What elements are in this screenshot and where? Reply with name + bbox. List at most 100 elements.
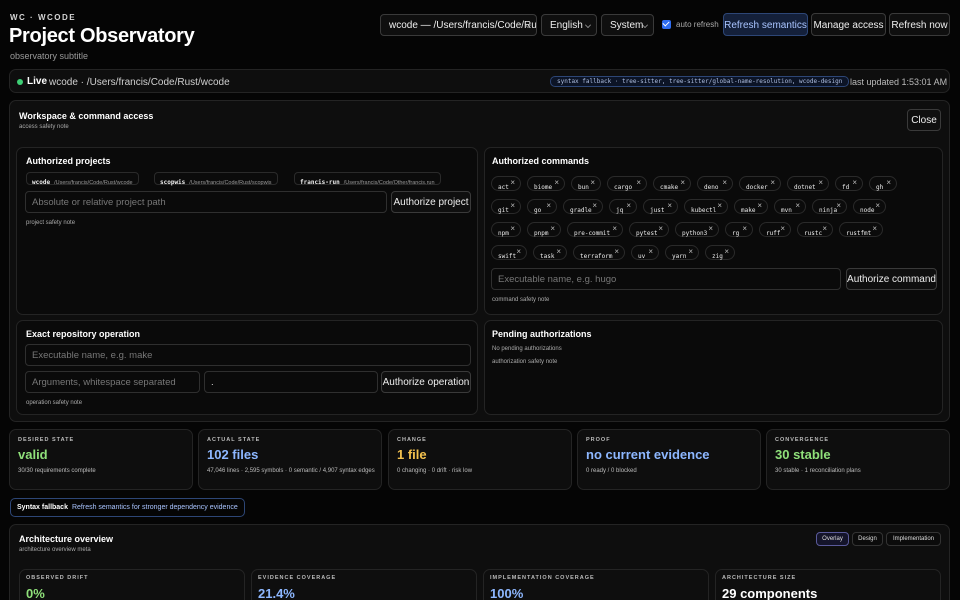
command-chip[interactable]: yarn × bbox=[665, 245, 699, 260]
remove-icon[interactable]: × bbox=[658, 224, 663, 233]
metric-label: ARCHITECTURE SIZE bbox=[722, 575, 797, 581]
remove-icon[interactable]: × bbox=[612, 224, 617, 233]
remove-icon[interactable]: × bbox=[510, 201, 515, 210]
remove-icon[interactable]: × bbox=[818, 178, 823, 187]
remove-icon[interactable]: × bbox=[510, 178, 515, 187]
tab-implementation[interactable]: Implementation bbox=[886, 532, 941, 546]
command-chip[interactable]: kubectl × bbox=[684, 199, 728, 214]
command-chip[interactable]: rg × bbox=[725, 222, 753, 237]
remove-icon[interactable]: × bbox=[680, 178, 685, 187]
live-project-path: wcode · /Users/francis/Code/Rust/wcode bbox=[49, 77, 230, 88]
remove-icon[interactable]: × bbox=[795, 201, 800, 210]
operation-args-input[interactable]: Arguments, whitespace separated bbox=[25, 371, 200, 393]
command-chip[interactable]: uv × bbox=[631, 245, 659, 260]
refresh-now-button[interactable]: Refresh now bbox=[889, 13, 950, 36]
project-tag[interactable]: francis-run/Users/francis/Code/Other/fra… bbox=[294, 172, 441, 186]
remove-icon[interactable]: × bbox=[724, 247, 729, 256]
remove-icon[interactable]: × bbox=[717, 201, 722, 210]
command-chip[interactable]: bun × bbox=[571, 176, 601, 191]
remove-icon[interactable]: × bbox=[757, 201, 762, 210]
remove-icon[interactable]: × bbox=[556, 247, 561, 256]
command-chip[interactable]: ruff × bbox=[759, 222, 791, 237]
command-chip[interactable]: terraform × bbox=[573, 245, 625, 260]
manage-access-button[interactable]: Manage access bbox=[811, 13, 886, 36]
refresh-semantics-button[interactable]: Refresh semantics bbox=[723, 13, 808, 36]
authorize-project-button[interactable]: Authorize project bbox=[391, 191, 471, 213]
remove-icon[interactable]: × bbox=[667, 201, 672, 210]
remove-icon[interactable]: × bbox=[780, 224, 785, 233]
command-chip[interactable]: cmake × bbox=[653, 176, 691, 191]
remove-icon[interactable]: × bbox=[872, 224, 877, 233]
remove-icon[interactable]: × bbox=[875, 201, 880, 210]
remove-icon[interactable]: × bbox=[822, 224, 827, 233]
command-chip[interactable]: swift × bbox=[491, 245, 527, 260]
command-chip[interactable]: mvn × bbox=[774, 199, 806, 214]
command-chip[interactable]: cargo × bbox=[607, 176, 647, 191]
command-chip-name: jq bbox=[616, 207, 624, 214]
remove-icon[interactable]: × bbox=[626, 201, 631, 210]
remove-icon[interactable]: × bbox=[636, 178, 641, 187]
command-chip-name: rustfmt bbox=[846, 230, 872, 237]
authorize-operation-button[interactable]: Authorize operation bbox=[381, 371, 471, 393]
metric-label: OBSERVED DRIFT bbox=[26, 575, 89, 581]
command-chip-name: ruff bbox=[766, 230, 781, 237]
command-chip[interactable]: jq × bbox=[609, 199, 637, 214]
language-select[interactable]: English bbox=[541, 14, 597, 36]
remove-icon[interactable]: × bbox=[546, 201, 551, 210]
remove-icon[interactable]: × bbox=[516, 247, 521, 256]
command-chip[interactable]: gh × bbox=[869, 176, 897, 191]
remove-icon[interactable]: × bbox=[554, 178, 559, 187]
remove-icon[interactable]: × bbox=[688, 247, 693, 256]
remove-icon[interactable]: × bbox=[886, 178, 891, 187]
command-chip[interactable]: pytest × bbox=[629, 222, 669, 237]
remove-icon[interactable]: × bbox=[590, 178, 595, 187]
command-chip[interactable]: zig × bbox=[705, 245, 735, 260]
command-chip[interactable]: git × bbox=[491, 199, 521, 214]
remove-icon[interactable]: × bbox=[852, 178, 857, 187]
command-chip[interactable]: task × bbox=[533, 245, 567, 260]
auto-refresh-checkbox[interactable] bbox=[662, 20, 671, 29]
remove-icon[interactable]: × bbox=[708, 224, 713, 233]
project-select[interactable]: wcode — /Users/francis/Code/Rust/wcode bbox=[380, 14, 537, 36]
command-name-input[interactable]: Executable name, e.g. hugo bbox=[491, 268, 841, 290]
project-tag[interactable]: wcode/Users/francis/Code/Rust/wcode bbox=[26, 172, 139, 186]
command-chip[interactable]: python3 × bbox=[675, 222, 719, 237]
project-tag[interactable]: scopwis/Users/francis/Code/Rust/scopwis bbox=[154, 172, 278, 186]
command-chip[interactable]: deno × bbox=[697, 176, 733, 191]
command-chip[interactable]: rustc × bbox=[797, 222, 833, 237]
command-chip-name: python3 bbox=[682, 230, 708, 237]
command-chip[interactable]: npm × bbox=[491, 222, 521, 237]
authorize-command-button[interactable]: Authorize command bbox=[846, 268, 937, 290]
command-chip[interactable]: dotnet × bbox=[787, 176, 829, 191]
command-chip[interactable]: biome × bbox=[527, 176, 565, 191]
command-chip[interactable]: fd × bbox=[835, 176, 863, 191]
theme-select[interactable]: System bbox=[601, 14, 654, 36]
tab-design[interactable]: Design bbox=[852, 532, 883, 546]
command-chip[interactable]: go × bbox=[527, 199, 557, 214]
syntax-fallback-hint[interactable]: Syntax fallback Refresh semantics for str… bbox=[10, 498, 245, 517]
command-chip[interactable]: pre-commit × bbox=[567, 222, 623, 237]
command-chip[interactable]: act × bbox=[491, 176, 521, 191]
remove-icon[interactable]: × bbox=[550, 224, 555, 233]
remove-icon[interactable]: × bbox=[836, 201, 841, 210]
remove-icon[interactable]: × bbox=[742, 224, 747, 233]
close-button[interactable]: Close bbox=[907, 109, 941, 131]
remove-icon[interactable]: × bbox=[614, 247, 619, 256]
operation-cwd-input[interactable]: . bbox=[204, 371, 378, 393]
command-chip[interactable]: gradle × bbox=[563, 199, 603, 214]
remove-icon[interactable]: × bbox=[592, 201, 597, 210]
remove-icon[interactable]: × bbox=[770, 178, 775, 187]
remove-icon[interactable]: × bbox=[648, 247, 653, 256]
command-chip[interactable]: pnpm × bbox=[527, 222, 561, 237]
tab-overlay[interactable]: Overlay bbox=[816, 532, 849, 546]
command-chip[interactable]: make × bbox=[734, 199, 768, 214]
remove-icon[interactable]: × bbox=[510, 224, 515, 233]
command-chip[interactable]: ninja × bbox=[812, 199, 847, 214]
command-chip[interactable]: rustfmt × bbox=[839, 222, 883, 237]
remove-icon[interactable]: × bbox=[722, 178, 727, 187]
project-path-input[interactable]: Absolute or relative project path bbox=[25, 191, 387, 213]
command-chip[interactable]: docker × bbox=[739, 176, 781, 191]
command-chip[interactable]: just × bbox=[643, 199, 678, 214]
command-chip[interactable]: node × bbox=[853, 199, 886, 214]
operation-exec-input[interactable]: Executable name, e.g. make bbox=[25, 344, 471, 366]
